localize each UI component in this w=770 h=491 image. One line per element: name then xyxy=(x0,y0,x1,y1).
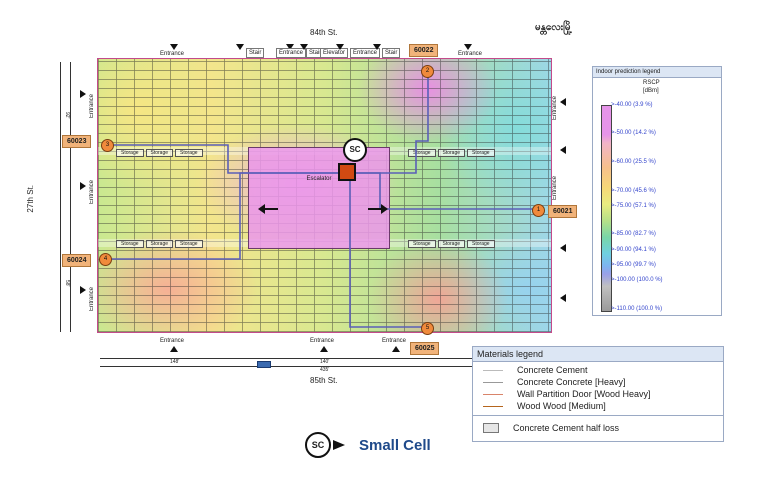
dimension-line-left xyxy=(60,62,61,332)
dimension-line-left-inner xyxy=(70,62,71,332)
legend-metric: RSCP xyxy=(643,80,660,86)
material-line-swatch xyxy=(483,393,503,395)
entrance-label: Entrance xyxy=(89,180,95,205)
dimension-left-b: 58' xyxy=(64,280,70,287)
cell-id-60024: 60024 xyxy=(62,254,92,267)
cell-id-60025: 60025 xyxy=(410,342,440,355)
material-item: Concrete Cement half loss xyxy=(483,423,619,433)
entrance-arrow-icon xyxy=(336,44,344,50)
entrance-label: Entrance xyxy=(160,338,185,344)
material-line-swatch xyxy=(483,381,503,383)
entrance-label: Entrance xyxy=(382,338,407,344)
legend-tick: >-85.00 (82.7 %) xyxy=(611,231,656,237)
escalator-arrowhead-right-icon xyxy=(381,204,388,214)
entrance-label: Entrance xyxy=(552,96,558,121)
street-top-label: 84th St. xyxy=(310,28,338,37)
material-label: Wall Partition Door [Wood Heavy] xyxy=(517,389,651,399)
indoor-prediction-legend: Indoor prediction legend RSCP [dBm] >-40… xyxy=(592,66,722,316)
route-to-60021 xyxy=(347,172,538,210)
antenna-node-5: 5 xyxy=(421,322,434,335)
entrance-label: Entrance xyxy=(552,176,558,201)
entrance-arrow-icon xyxy=(560,244,566,252)
material-line-swatch xyxy=(483,405,503,407)
cell-id-60021: 60021 xyxy=(548,205,578,218)
street-left-label: 27th St. xyxy=(26,185,35,213)
entrance-label: Entrance xyxy=(160,51,185,57)
small-cell-icon: SC xyxy=(305,432,331,458)
material-item: Wall Partition Door [Wood Heavy] xyxy=(483,389,651,399)
cable-route-overlay xyxy=(108,71,538,328)
small-cell-pointer-icon xyxy=(333,440,345,450)
entrance-label: Entrance xyxy=(310,338,335,344)
legend-tick: >-95.00 (99.7 %) xyxy=(611,262,656,268)
legend-tick: >-70.00 (45.6 %) xyxy=(611,188,656,194)
entrance-arrow-icon xyxy=(560,98,566,106)
antenna-node-1: 1 xyxy=(532,204,545,217)
material-label: Concrete Concrete [Heavy] xyxy=(517,377,626,387)
floor-plan-heatmap: Storage Storage Storage Storage Storage … xyxy=(97,58,552,333)
city-name-label: မန္တလေးမြို့ xyxy=(535,22,573,33)
legend-tick: >-50.00 (14.2 %) xyxy=(611,130,656,136)
dimension-bottom-b: 140' xyxy=(320,359,330,365)
entrance-label: Entrance xyxy=(89,287,95,312)
antenna-node-2: 2 xyxy=(421,65,434,78)
entrance-arrow-icon xyxy=(80,90,86,98)
material-item: Wood Wood [Medium] xyxy=(483,401,606,411)
legend-tick: >-100.00 (100.0 %) xyxy=(611,277,663,283)
entrance-arrow-icon xyxy=(320,346,328,352)
small-cell-caption: SC Small Cell xyxy=(305,432,431,458)
material-label: Wood Wood [Medium] xyxy=(517,401,606,411)
material-label: Concrete Cement half loss xyxy=(513,423,620,433)
entrance-arrow-icon xyxy=(80,286,86,294)
entrance-arrow-icon xyxy=(236,44,244,50)
entrance-arrow-icon xyxy=(170,346,178,352)
entrance-arrow-icon xyxy=(392,346,400,352)
legend-tick: >-90.00 (94.1 %) xyxy=(611,247,656,253)
route-to-60025 xyxy=(347,172,428,328)
small-cell-marker xyxy=(338,163,356,181)
antenna-node-3: 3 xyxy=(101,139,114,152)
entrance-label: Entrance xyxy=(89,94,95,119)
material-item: Concrete Concrete [Heavy] xyxy=(483,377,626,387)
material-line-swatch xyxy=(483,369,503,371)
materials-legend-title: Materials legend xyxy=(473,347,723,362)
entrance-arrow-icon xyxy=(373,44,381,50)
entrance-arrow-icon xyxy=(80,182,86,190)
materials-legend: Materials legend Concrete Cement Concret… xyxy=(472,346,724,442)
dimension-bottom-total: 435' xyxy=(320,367,330,373)
material-label: Concrete Cement xyxy=(517,365,588,375)
escalator-arrowhead-left-icon xyxy=(258,204,265,214)
dimension-left-a: 92' xyxy=(64,112,70,119)
materials-divider xyxy=(473,415,723,416)
small-cell-badge: SC xyxy=(343,138,367,162)
street-bottom-label: 85th St. xyxy=(310,376,338,385)
gate-stair: Stair xyxy=(246,48,265,58)
legend-tick: >-40.00 (3.9 %) xyxy=(611,102,653,108)
legend-tick: >-60.00 (25.5 %) xyxy=(611,159,656,165)
legend-tick: >-110.00 (100.0 %) xyxy=(611,306,663,312)
entrance-arrow-icon xyxy=(560,294,566,302)
legend-unit: [dBm] xyxy=(643,88,659,94)
entrance-arrow-icon xyxy=(560,146,566,154)
cell-id-60022: 60022 xyxy=(409,44,439,57)
small-cell-caption-text: Small Cell xyxy=(359,436,431,454)
entrance-arrow-icon xyxy=(464,44,472,50)
material-fill-swatch xyxy=(483,423,499,433)
scale-marker xyxy=(257,361,271,368)
legend-tick: >-75.00 (57.1 %) xyxy=(611,203,656,209)
material-item: Concrete Cement xyxy=(483,365,588,375)
gate-stair: Stair xyxy=(382,48,401,58)
route-to-60024 xyxy=(108,172,347,260)
cell-id-60023: 60023 xyxy=(62,135,92,148)
entrance-label: Entrance xyxy=(458,51,483,57)
dimension-bottom-a: 148' xyxy=(170,359,180,365)
entrance-arrow-icon xyxy=(170,44,178,50)
legend-title: Indoor prediction legend xyxy=(593,67,721,78)
route-to-60023 xyxy=(112,144,347,174)
antenna-node-4: 4 xyxy=(99,253,112,266)
